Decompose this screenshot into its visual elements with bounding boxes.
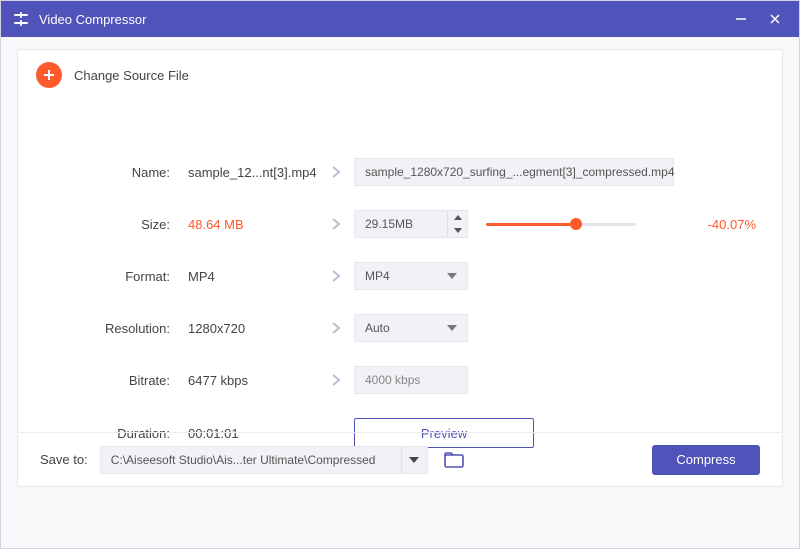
bitrate-label: Bitrate: [38, 373, 188, 388]
app-window: Video Compressor Change Source File Name… [0, 0, 800, 549]
resolution-value: 1280x720 [188, 321, 318, 336]
size-label: Size: [38, 217, 188, 232]
app-title: Video Compressor [39, 12, 719, 27]
chevron-right-icon [329, 269, 343, 283]
size-output-spinner[interactable]: 29.15MB [354, 210, 468, 238]
saveto-dropdown[interactable] [401, 447, 427, 473]
format-selected: MP4 [365, 269, 390, 283]
format-label: Format: [38, 269, 188, 284]
properties-grid: Name: sample_12...nt[3].mp4 sample_1280x… [38, 158, 762, 448]
name-value: sample_12...nt[3].mp4 [188, 165, 318, 180]
bitrate-value: 6477 kbps [188, 373, 318, 388]
change-source-button[interactable] [36, 62, 62, 88]
saveto-path: C:\Aiseesoft Studio\Ais...ter Ultimate\C… [101, 453, 401, 467]
saveto-path-select[interactable]: C:\Aiseesoft Studio\Ais...ter Ultimate\C… [100, 446, 428, 474]
caret-down-icon [454, 228, 462, 233]
close-button[interactable] [763, 7, 787, 31]
name-label: Name: [38, 165, 188, 180]
footer-bar: Save to: C:\Aiseesoft Studio\Ais...ter U… [18, 432, 782, 486]
format-value: MP4 [188, 269, 318, 284]
resolution-select[interactable]: Auto [354, 314, 468, 342]
resolution-label: Resolution: [38, 321, 188, 336]
caret-down-icon [409, 457, 419, 463]
name-arrow [318, 165, 354, 179]
chevron-right-icon [329, 165, 343, 179]
size-output-value: 29.15MB [355, 217, 447, 231]
format-arrow [318, 269, 354, 283]
caret-up-icon [454, 215, 462, 220]
chevron-right-icon [329, 217, 343, 231]
compress-button[interactable]: Compress [652, 445, 760, 475]
title-bar: Video Compressor [1, 1, 799, 37]
name-output-value: sample_1280x720_surfing_...egment[3]_com… [365, 165, 675, 179]
chevron-right-icon [329, 321, 343, 335]
compress-label: Compress [676, 452, 735, 467]
main-card: Change Source File Name: sample_12...nt[… [17, 49, 783, 487]
size-slider[interactable] [486, 216, 636, 232]
size-step-up[interactable] [448, 211, 467, 224]
minimize-button[interactable] [729, 7, 753, 31]
change-source-label: Change Source File [74, 68, 189, 83]
size-arrow [318, 217, 354, 231]
folder-icon [444, 452, 464, 468]
chevron-right-icon [329, 373, 343, 387]
bitrate-output-value: 4000 kbps [365, 373, 420, 387]
resolution-arrow [318, 321, 354, 335]
bitrate-output: 4000 kbps [354, 366, 468, 394]
bitrate-arrow [318, 373, 354, 387]
caret-down-icon [447, 273, 457, 279]
format-select[interactable]: MP4 [354, 262, 468, 290]
size-step-down[interactable] [448, 224, 467, 237]
app-icon [13, 11, 29, 27]
name-output-input[interactable]: sample_1280x720_surfing_...egment[3]_com… [354, 158, 674, 186]
saveto-label: Save to: [40, 452, 88, 467]
caret-down-icon [447, 325, 457, 331]
size-value: 48.64 MB [188, 217, 318, 232]
open-folder-button[interactable] [440, 448, 468, 472]
resolution-selected: Auto [365, 321, 390, 335]
size-delta: -40.07% [708, 217, 762, 232]
